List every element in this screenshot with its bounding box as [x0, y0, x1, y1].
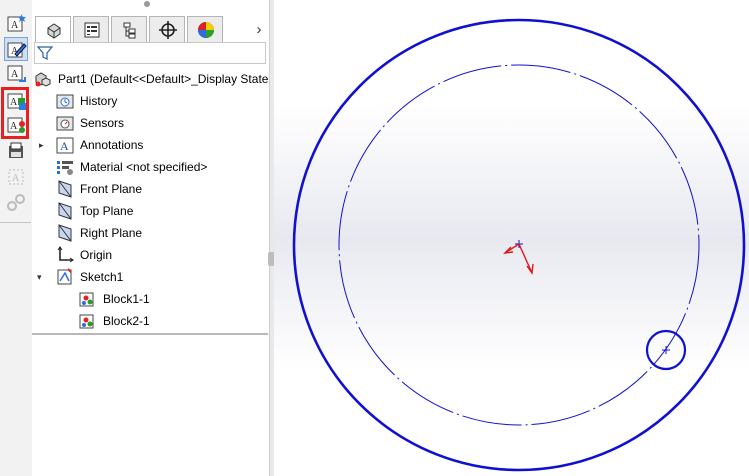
svg-text:A: A — [10, 97, 18, 108]
tree-item-label: Front Plane — [80, 182, 143, 196]
sketch-origin-icon — [503, 243, 534, 275]
panel-tab-bar: › — [32, 14, 269, 42]
tree-item-label: Part1 (Default<<Default>_Display State — [58, 72, 269, 86]
annotations-icon: A — [56, 136, 74, 154]
add-remove-block-icon[interactable]: A — [5, 90, 27, 112]
feature-manager-panel: › Part1 (Default<<Default>_Display State… — [32, 0, 269, 476]
tab-scroll-right-arrow[interactable]: › — [252, 22, 266, 38]
graphics-area[interactable] — [274, 0, 749, 476]
tree-item-label: Annotations — [80, 138, 144, 152]
tab-configuration-manager[interactable] — [111, 16, 147, 42]
tree-item-label: Sensors — [80, 116, 125, 130]
crosshair-icon — [159, 21, 177, 39]
tree-item-label: History — [80, 94, 118, 108]
svg-text:A: A — [60, 139, 69, 153]
explode-block-icon: A — [5, 166, 27, 188]
tree-filter-field[interactable] — [34, 42, 266, 64]
part-icon — [34, 70, 52, 88]
svg-text:A: A — [11, 69, 19, 80]
edit-block-icon[interactable]: A — [4, 37, 28, 61]
sketch-canvas[interactable] — [274, 0, 749, 476]
tree-item-label: Block2-1 — [103, 314, 150, 328]
rebuild-block-icon[interactable]: A — [5, 114, 27, 136]
tree-item-label: Right Plane — [80, 226, 143, 240]
panel-grip[interactable] — [144, 1, 150, 7]
sketch-block-toolbar: A A A A A A — [0, 0, 33, 476]
plane-icon — [56, 180, 74, 198]
filter-icon — [37, 46, 53, 60]
svg-text:A: A — [11, 20, 19, 31]
sensors-icon — [56, 114, 74, 132]
tab-property-manager[interactable] — [73, 16, 109, 42]
feature-manager-icon — [47, 23, 61, 39]
tree-item-label: Top Plane — [80, 204, 134, 218]
material-icon — [56, 158, 74, 176]
belt-chain-icon — [5, 192, 27, 214]
tree-item-label: Material <not specified> — [80, 160, 208, 174]
origin-icon — [56, 246, 74, 264]
display-manager-icon — [198, 22, 214, 38]
sketch-icon — [56, 268, 74, 286]
tab-feature-manager[interactable] — [35, 16, 71, 42]
collapse-sketch1-arrow[interactable]: ▾ — [37, 267, 47, 287]
tab-display-manager[interactable] — [187, 16, 223, 42]
history-icon — [56, 92, 74, 110]
tab-dimxpert-manager[interactable] — [149, 16, 185, 42]
tree-item-part1[interactable]: Part1 (Default<<Default>_Display State — [34, 69, 269, 89]
plane-icon — [56, 224, 74, 242]
save-block-icon[interactable] — [5, 140, 27, 162]
expand-annotations-arrow[interactable]: ▸ — [39, 135, 49, 155]
block-icon — [79, 312, 97, 330]
toolbar-separator — [0, 222, 31, 223]
block-icon — [79, 290, 97, 308]
tree-bottom-border — [32, 333, 268, 335]
svg-text:A: A — [10, 121, 18, 132]
plane-icon — [56, 202, 74, 220]
insert-block-icon[interactable]: A — [5, 63, 27, 85]
configuration-manager-icon — [123, 22, 136, 39]
tree-item-label: Sketch1 — [80, 270, 124, 284]
tree-item-label: Origin — [80, 248, 113, 262]
make-block-icon[interactable]: A — [5, 12, 27, 34]
tree-item-label: Block1-1 — [103, 292, 150, 306]
svg-text:A: A — [12, 173, 20, 184]
property-manager-icon — [84, 22, 100, 38]
